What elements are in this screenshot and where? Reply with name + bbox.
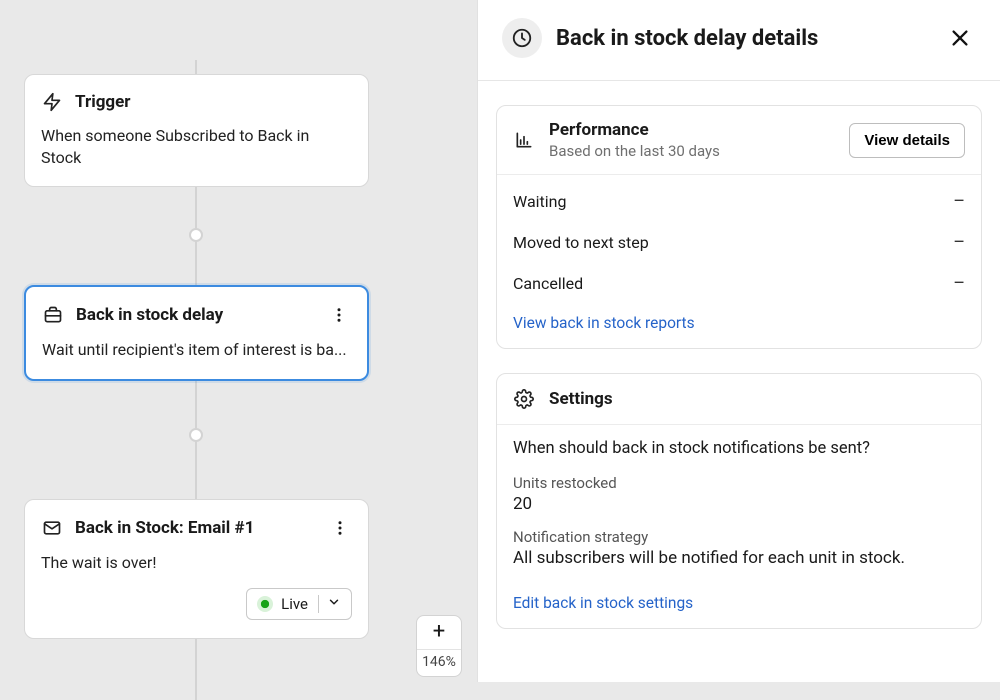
metric-value: – bbox=[953, 232, 965, 253]
status-dot-icon bbox=[257, 596, 273, 612]
panel-title: Back in stock delay details bbox=[556, 26, 930, 51]
node-title: Back in Stock: Email #1 bbox=[75, 518, 316, 538]
notification-strategy-value: All subscribers will be notified for eac… bbox=[513, 548, 965, 568]
metric-value: – bbox=[953, 191, 965, 212]
connector-dot[interactable] bbox=[189, 428, 203, 442]
status-label: Live bbox=[281, 595, 308, 613]
status-dropdown[interactable]: Live bbox=[246, 588, 352, 620]
node-description: Wait until recipient's item of interest … bbox=[42, 339, 351, 361]
metric-label: Moved to next step bbox=[513, 233, 649, 252]
details-panel: Back in stock delay details Performance … bbox=[477, 0, 1000, 682]
zoom-in-button[interactable]: + bbox=[417, 616, 461, 650]
section-title: Performance bbox=[549, 120, 835, 140]
node-title: Back in stock delay bbox=[76, 305, 315, 325]
settings-question: When should back in stock notifications … bbox=[513, 439, 965, 458]
units-restocked-label: Units restocked bbox=[513, 474, 965, 492]
mail-icon bbox=[41, 517, 63, 539]
node-menu-button[interactable] bbox=[328, 516, 352, 540]
bar-chart-icon bbox=[513, 129, 535, 151]
units-restocked-value: 20 bbox=[513, 494, 965, 514]
close-button[interactable] bbox=[944, 22, 976, 54]
chevron-down-icon bbox=[318, 595, 341, 613]
node-menu-button[interactable] bbox=[327, 303, 351, 327]
zoom-level: 146% bbox=[417, 650, 461, 676]
section-title: Settings bbox=[549, 389, 965, 409]
metric-row-waiting: Waiting – bbox=[497, 181, 981, 222]
gear-icon bbox=[513, 388, 535, 410]
metric-row-moved: Moved to next step – bbox=[497, 222, 981, 263]
flow-canvas[interactable]: Trigger When someone Subscribed to Back … bbox=[0, 0, 477, 682]
section-subtitle: Based on the last 30 days bbox=[549, 142, 835, 160]
metric-row-cancelled: Cancelled – bbox=[497, 263, 981, 304]
metric-label: Cancelled bbox=[513, 274, 583, 293]
view-reports-link[interactable]: View back in stock reports bbox=[497, 310, 711, 348]
flow-node-delay[interactable]: Back in stock delay Wait until recipient… bbox=[24, 285, 369, 381]
metric-label: Waiting bbox=[513, 192, 566, 211]
performance-section: Performance Based on the last 30 days Vi… bbox=[496, 105, 982, 349]
view-details-button[interactable]: View details bbox=[849, 123, 965, 158]
briefcase-icon bbox=[42, 304, 64, 326]
node-title: Trigger bbox=[75, 92, 352, 112]
edit-settings-link[interactable]: Edit back in stock settings bbox=[497, 590, 709, 628]
metric-value: – bbox=[953, 273, 965, 294]
node-description: When someone Subscribed to Back in Stock bbox=[41, 125, 352, 168]
connector-dot[interactable] bbox=[189, 228, 203, 242]
zoom-control: + 146% bbox=[416, 615, 462, 677]
notification-strategy-label: Notification strategy bbox=[513, 528, 965, 546]
node-description: The wait is over! bbox=[41, 552, 352, 574]
flow-node-trigger[interactable]: Trigger When someone Subscribed to Back … bbox=[24, 74, 369, 187]
clock-icon bbox=[502, 18, 542, 58]
lightning-icon bbox=[41, 91, 63, 113]
settings-section: Settings When should back in stock notif… bbox=[496, 373, 982, 629]
flow-node-email[interactable]: Back in Stock: Email #1 The wait is over… bbox=[24, 499, 369, 639]
